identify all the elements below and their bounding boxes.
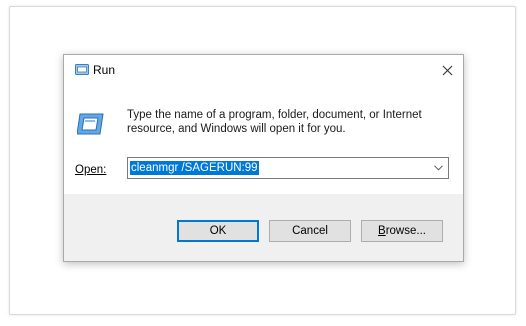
run-dialog: Run Type the name of a program, folder, … [63, 54, 464, 262]
cancel-button[interactable]: Cancel [269, 220, 351, 242]
chevron-down-icon [433, 165, 443, 171]
run-icon [75, 64, 89, 75]
command-combobox[interactable]: cleanmgr /SAGERUN:99 [127, 157, 449, 179]
dropdown-button[interactable] [431, 161, 445, 175]
button-bar: OK Cancel Browse... [64, 194, 463, 261]
dialog-title: Run [93, 63, 116, 77]
dialog-description: Type the name of a program, folder, docu… [127, 109, 422, 135]
browse-button-label: Browse... [378, 225, 426, 237]
ok-button-label: OK [209, 225, 227, 237]
dialog-body: Type the name of a program, folder, docu… [64, 85, 463, 194]
run-icon [77, 113, 104, 135]
title-bar: Run [64, 55, 463, 85]
close-icon [442, 65, 452, 75]
close-button[interactable] [435, 59, 459, 81]
ok-button[interactable]: OK [177, 220, 259, 242]
open-label-text: Open: [75, 164, 107, 176]
browse-button[interactable]: Browse... [361, 220, 443, 242]
open-label: Open: [75, 164, 106, 176]
cancel-button-label: Cancel [292, 225, 328, 237]
command-input[interactable]: cleanmgr /SAGERUN:99 [130, 161, 259, 175]
